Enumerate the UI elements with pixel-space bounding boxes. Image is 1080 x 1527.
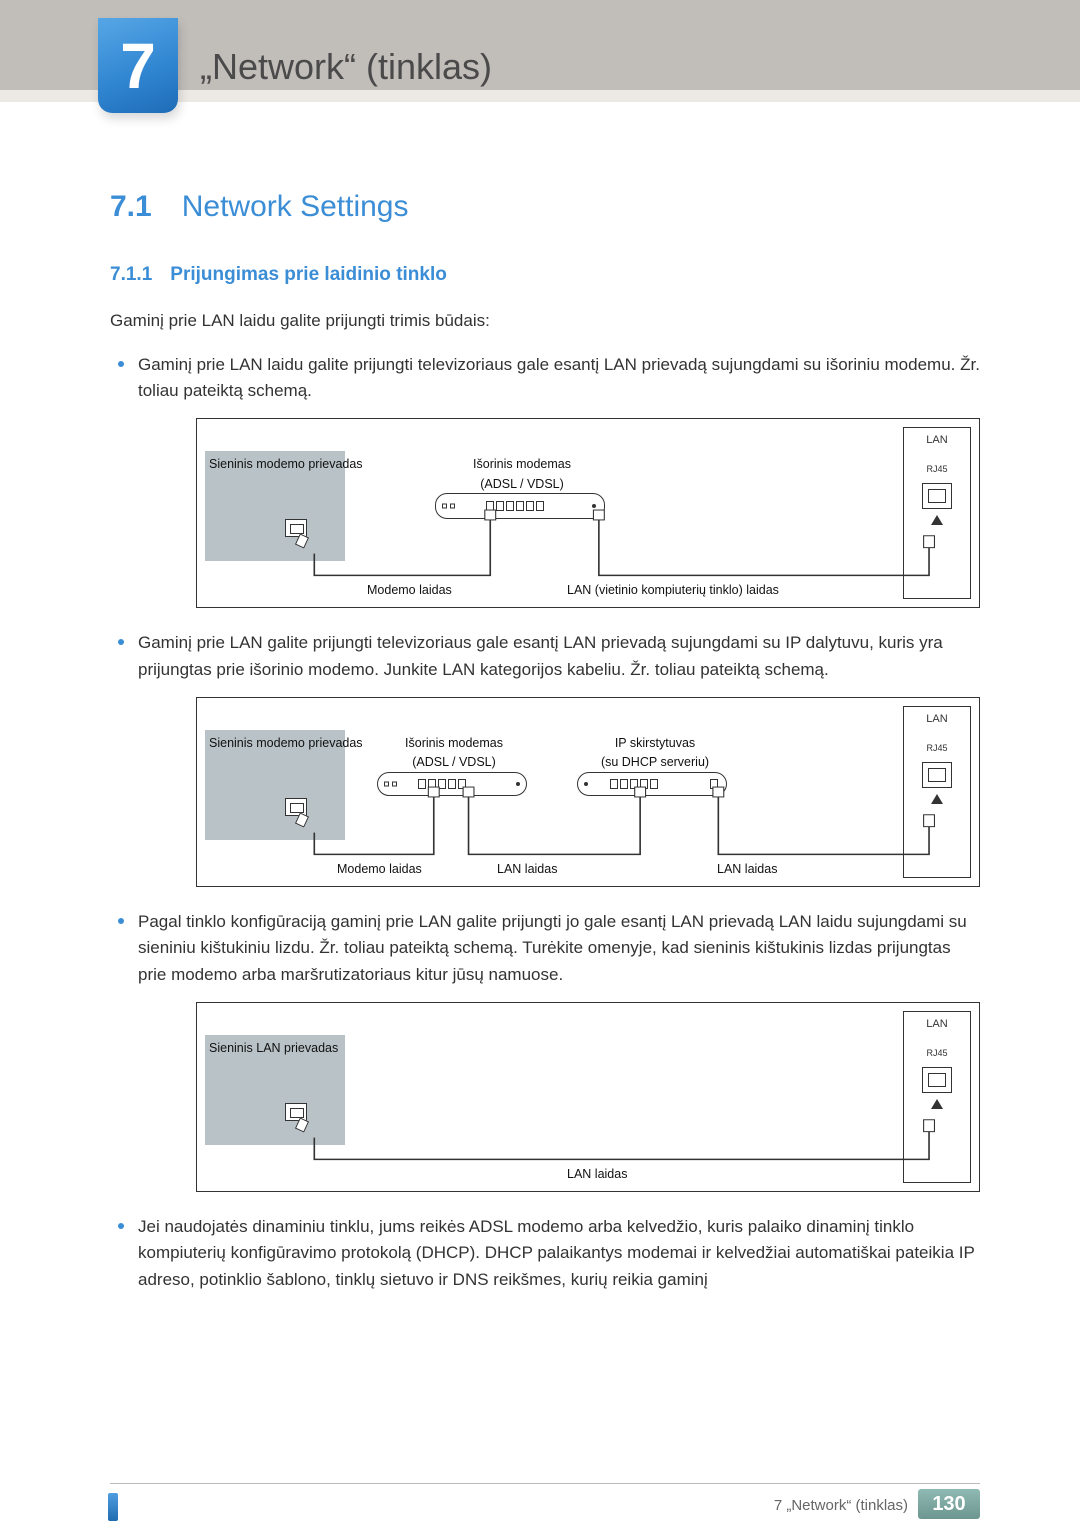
page-number: 130 (932, 1493, 965, 1516)
label-rj45: RJ45 (926, 463, 947, 477)
label-wall-modem-port: Sieninis modemo prievadas (209, 734, 363, 753)
footer-chapter-text: 7 „Network“ (tinklas) (774, 1497, 908, 1514)
label-lan-cable: LAN laidas (717, 860, 777, 879)
label-rj45: RJ45 (926, 1047, 947, 1061)
page-footer: 7 „Network“ (tinklas) 130 (0, 1483, 1080, 1527)
footer-accent-bar (108, 1493, 118, 1521)
subsection-title: Prijungimas prie laidinio tinklo (170, 264, 447, 286)
diagram-1: Sieninis modemo prievadas Išorinis modem… (196, 418, 980, 608)
device-lan-panel: LAN RJ45 (903, 706, 971, 878)
label-lan: LAN (926, 1016, 947, 1033)
diagram-3: Sieninis LAN prievadas LAN RJ45 LAN laid… (196, 1002, 980, 1192)
section-heading: 7.1 Network Settings (110, 190, 980, 224)
page-number-badge: 130 (918, 1489, 980, 1519)
up-arrow-icon (931, 515, 943, 525)
label-rj45: RJ45 (926, 742, 947, 756)
chapter-number-tab: 7 (98, 18, 178, 113)
label-external-modem: Išorinis modemas (ADSL / VDSL) (395, 734, 513, 773)
modem-device (435, 493, 605, 519)
device-lan-panel: LAN RJ45 (903, 427, 971, 599)
subsection-number: 7.1.1 (110, 264, 152, 286)
list-item: Jei naudojatės dinaminiu tinklu, jums re… (138, 1214, 980, 1293)
subsection-heading: 7.1.1 Prijungimas prie laidinio tinklo (110, 264, 980, 286)
up-arrow-icon (931, 1099, 943, 1109)
list-item: Pagal tinklo konfigūraciją gaminį prie L… (138, 909, 980, 1192)
device-lan-panel: LAN RJ45 (903, 1011, 971, 1183)
bullet-text: Jei naudojatės dinaminiu tinklu, jums re… (138, 1217, 975, 1289)
rj45-port-icon (922, 483, 952, 509)
bullet-list: Gaminį prie LAN laidu galite prijungti t… (110, 352, 980, 1293)
section-title: Network Settings (182, 190, 409, 224)
bullet-text: Pagal tinklo konfigūraciją gaminį prie L… (138, 912, 967, 984)
bullet-text: Gaminį prie LAN galite prijungti televiz… (138, 633, 943, 678)
intro-paragraph: Gaminį prie LAN laidu galite prijungti t… (110, 308, 980, 334)
page-content: 7.1 Network Settings 7.1.1 Prijungimas p… (110, 190, 980, 1305)
label-lan: LAN (926, 432, 947, 449)
rj45-port-icon (922, 1067, 952, 1093)
router-device (577, 772, 727, 796)
list-item: Gaminį prie LAN galite prijungti televiz… (138, 630, 980, 887)
up-arrow-icon (931, 794, 943, 804)
diagram-2: Sieninis modemo prievadas Išorinis modem… (196, 697, 980, 887)
chapter-title: „Network“ (tinklas) (200, 46, 492, 88)
bullet-text: Gaminį prie LAN laidu galite prijungti t… (138, 355, 980, 400)
rj45-port-icon (922, 762, 952, 788)
label-external-modem: Išorinis modemas (ADSL / VDSL) (457, 455, 587, 494)
label-lan-cable: LAN laidas (497, 860, 557, 879)
label-ip-splitter: IP skirstytuvas (su DHCP serveriu) (585, 734, 725, 773)
label-modem-cable: Modemo laidas (367, 581, 452, 600)
label-lan-cable: LAN laidas (567, 1165, 627, 1184)
modem-device (377, 772, 527, 796)
label-lan: LAN (926, 711, 947, 728)
chapter-number: 7 (120, 29, 156, 103)
label-wall-modem-port: Sieninis modemo prievadas (209, 455, 363, 474)
list-item: Gaminį prie LAN laidu galite prijungti t… (138, 352, 980, 609)
section-number: 7.1 (110, 190, 152, 224)
label-wall-lan-port: Sieninis LAN prievadas (209, 1039, 338, 1058)
label-lan-cable-long: LAN (vietinio kompiuterių tinklo) laidas (567, 581, 779, 600)
label-modem-cable: Modemo laidas (337, 860, 422, 879)
